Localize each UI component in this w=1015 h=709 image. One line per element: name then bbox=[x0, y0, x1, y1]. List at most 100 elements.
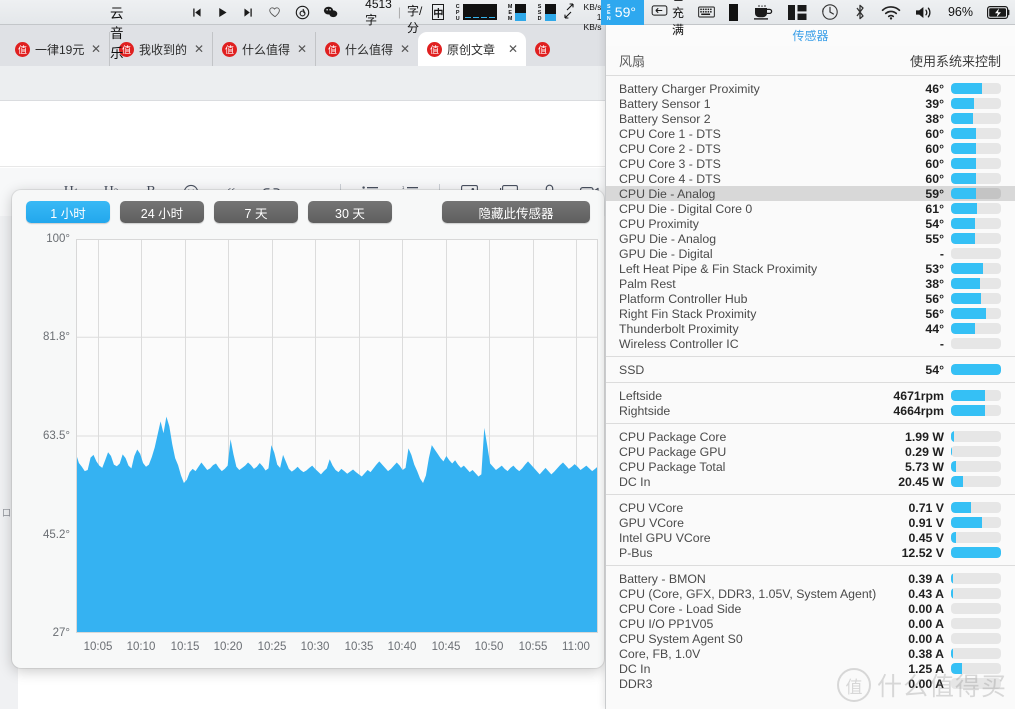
range-button-1h[interactable]: 1 小时 bbox=[26, 201, 110, 223]
chart-x-tick: 10:45 bbox=[431, 641, 461, 653]
battery-status-item[interactable]: 已充满 bbox=[644, 0, 691, 37]
sensor-badge-label: SEN bbox=[605, 3, 612, 22]
keyboard-icon[interactable] bbox=[691, 0, 722, 25]
sensor-bar bbox=[951, 573, 1001, 584]
sensor-value: 56° bbox=[925, 306, 944, 321]
bluetooth-icon[interactable] bbox=[846, 0, 874, 25]
chart-y-tick: 100° bbox=[46, 233, 70, 245]
chart-plot-area[interactable] bbox=[76, 239, 598, 633]
sensor-bar bbox=[951, 461, 1001, 472]
sensor-row[interactable]: CPU System Agent S0 0.00 A bbox=[606, 631, 1015, 646]
sensor-row[interactable]: CPU I/O PP1V05 0.00 A bbox=[606, 616, 1015, 631]
window-layout-icon[interactable] bbox=[781, 0, 814, 25]
sensor-row[interactable]: CPU (Core, GFX, DDR3, 1.05V, System Agen… bbox=[606, 586, 1015, 601]
wifi-icon[interactable] bbox=[874, 0, 908, 25]
sensor-row[interactable]: Battery Sensor 1 39° bbox=[606, 96, 1015, 111]
sensor-row[interactable]: Thunderbolt Proximity 44° bbox=[606, 321, 1015, 336]
range-button-7d[interactable]: 7 天 bbox=[214, 201, 298, 223]
chart-x-tick: 11:00 bbox=[562, 641, 590, 653]
mem-monitor[interactable]: MEM bbox=[507, 3, 527, 22]
sensor-row[interactable]: Core, FB, 1.0V 0.38 A bbox=[606, 646, 1015, 661]
hide-sensor-button[interactable]: 隐藏此传感器 bbox=[442, 201, 590, 223]
sensor-value: 0.00 A bbox=[908, 616, 944, 631]
sensor-row[interactable]: Rightside 4664rpm bbox=[606, 403, 1015, 418]
sensor-name: CPU Core 3 - DTS bbox=[619, 156, 721, 171]
sensor-row[interactable]: CPU Package Total 5.73 W bbox=[606, 459, 1015, 474]
sensor-row[interactable]: GPU Die - Analog 55° bbox=[606, 231, 1015, 246]
sensor-row[interactable]: Right Fin Stack Proximity 56° bbox=[606, 306, 1015, 321]
fan-control-row[interactable]: 风扇 使用系统来控制 bbox=[606, 46, 1015, 76]
sensor-bar bbox=[951, 502, 1001, 513]
sensor-row[interactable]: CPU Package GPU 0.29 W bbox=[606, 444, 1015, 459]
next-track-icon[interactable] bbox=[242, 6, 255, 19]
sensor-name: Leftside bbox=[619, 388, 663, 403]
sensor-value: 60° bbox=[925, 156, 944, 171]
sensor-row[interactable]: CPU Core 4 - DTS 60° bbox=[606, 171, 1015, 186]
ime-indicator[interactable]: 中 bbox=[432, 4, 445, 20]
sensor-row[interactable]: GPU VCore 0.91 V bbox=[606, 515, 1015, 530]
sensor-name: GPU Die - Analog bbox=[619, 231, 717, 246]
sensor-value: 0.00 A bbox=[908, 601, 944, 616]
words-per-minute: 9字/分 bbox=[406, 0, 423, 35]
sensor-row[interactable]: CPU Die - Digital Core 0 61° bbox=[606, 201, 1015, 216]
sensor-bar bbox=[951, 98, 1001, 109]
sensor-row[interactable]: Intel GPU VCore 0.45 V bbox=[606, 530, 1015, 545]
sensor-row[interactable]: GPU Die - Digital - bbox=[606, 246, 1015, 261]
coffee-icon[interactable] bbox=[745, 0, 781, 25]
sensor-row[interactable]: DDR3 0.00 A bbox=[606, 676, 1015, 691]
ssd-monitor[interactable]: SSD bbox=[536, 3, 556, 22]
heart-icon[interactable] bbox=[268, 5, 282, 19]
range-button-30d[interactable]: 30 天 bbox=[308, 201, 392, 223]
sensor-bar bbox=[951, 633, 1001, 644]
menubar-black-bar[interactable] bbox=[722, 0, 745, 25]
chart-x-tick: 10:05 bbox=[83, 641, 113, 653]
play-icon[interactable] bbox=[216, 6, 229, 19]
sensor-bar bbox=[951, 113, 1001, 124]
prev-track-icon[interactable] bbox=[190, 6, 203, 19]
sensor-row[interactable]: Wireless Controller IC - bbox=[606, 336, 1015, 351]
wechat-icon[interactable] bbox=[323, 5, 339, 19]
sensor-row[interactable]: DC In 1.25 A bbox=[606, 661, 1015, 676]
fan-mode-value[interactable]: 使用系统来控制 bbox=[910, 51, 1001, 70]
sensor-bar bbox=[951, 517, 1001, 528]
sensor-group-fans: Leftside 4671rpm Rightside 4664rpm bbox=[606, 383, 1015, 424]
sensor-row[interactable]: DC In 20.45 W bbox=[606, 474, 1015, 489]
netease-cloud-icon[interactable] bbox=[295, 5, 310, 20]
sensor-bar bbox=[951, 588, 1001, 599]
sensor-row[interactable]: CPU Die - Analog 59° bbox=[606, 186, 1015, 201]
sensor-value: - bbox=[939, 336, 944, 351]
battery-percent[interactable]: 96% bbox=[941, 0, 980, 25]
rail-glyph: 口 bbox=[2, 508, 12, 518]
cpu-monitor[interactable]: CPU bbox=[454, 4, 497, 22]
sensor-row[interactable]: SSD 54° bbox=[606, 362, 1015, 377]
sensor-name: CPU Core 2 - DTS bbox=[619, 141, 721, 156]
volume-icon[interactable] bbox=[908, 0, 941, 25]
time-machine-icon[interactable] bbox=[814, 0, 846, 25]
sensor-row[interactable]: Battery Charger Proximity 46° bbox=[606, 81, 1015, 96]
sensor-row[interactable]: Battery Sensor 2 38° bbox=[606, 111, 1015, 126]
battery-charging-icon[interactable] bbox=[980, 0, 1015, 25]
sensor-value: 53° bbox=[925, 261, 944, 276]
sensor-value: 38° bbox=[925, 276, 944, 291]
sensor-row[interactable]: CPU Core 2 - DTS 60° bbox=[606, 141, 1015, 156]
sensor-row[interactable]: Battery - BMON 0.39 A bbox=[606, 571, 1015, 586]
range-button-24h[interactable]: 24 小时 bbox=[120, 201, 204, 223]
sensor-row[interactable]: Left Heat Pipe & Fin Stack Proximity 53° bbox=[606, 261, 1015, 276]
sensor-row[interactable]: CPU Package Core 1.99 W bbox=[606, 429, 1015, 444]
sensor-name: Battery Charger Proximity bbox=[619, 81, 760, 96]
sensor-row[interactable]: CPU Proximity 54° bbox=[606, 216, 1015, 231]
sensor-row[interactable]: CPU Core 1 - DTS 60° bbox=[606, 126, 1015, 141]
sensor-row[interactable]: Leftside 4671rpm bbox=[606, 388, 1015, 403]
cpu-graph bbox=[462, 4, 497, 20]
sensor-row[interactable]: CPU Core 3 - DTS 60° bbox=[606, 156, 1015, 171]
sensor-bar bbox=[951, 128, 1001, 139]
sensor-graph-popover: 1 小时 24 小时 7 天 30 天 隐藏此传感器 27° 45.2° 63.5°… bbox=[12, 190, 604, 668]
sensor-row[interactable]: Platform Controller Hub 56° bbox=[606, 291, 1015, 306]
sensor-row[interactable]: Palm Rest 38° bbox=[606, 276, 1015, 291]
sensor-value: 12.52 V bbox=[901, 545, 944, 560]
sensor-row[interactable]: P-Bus 12.52 V bbox=[606, 545, 1015, 560]
menubar-sensor-badge[interactable]: SEN 59° bbox=[601, 0, 644, 25]
sensor-row[interactable]: CPU VCore 0.71 V bbox=[606, 500, 1015, 515]
sensor-row[interactable]: CPU Core - Load Side 0.00 A bbox=[606, 601, 1015, 616]
menubar-app-title[interactable]: 网易云音乐 bbox=[110, 0, 138, 62]
